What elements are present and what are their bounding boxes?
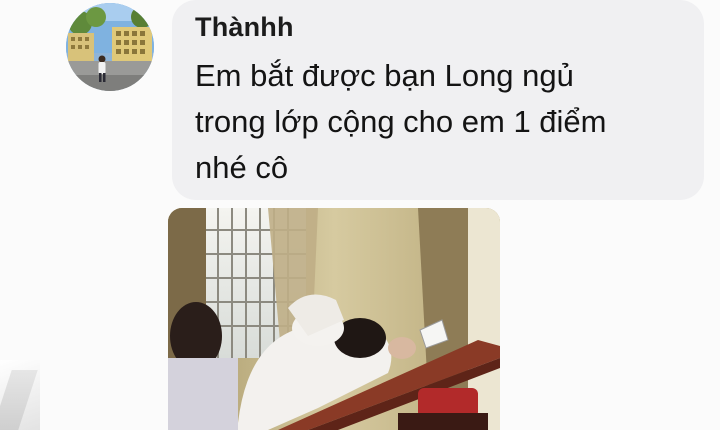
message-text-line-1: Em bắt được bạn Long ngủ — [195, 58, 574, 93]
photo-edge-shading — [0, 360, 40, 430]
edge-streak — [0, 370, 38, 430]
attached-photo[interactable] — [168, 208, 500, 430]
message-text-line-2: trong lớp cộng cho em 1 điểm — [195, 104, 607, 139]
classroom-photo-icon — [168, 208, 500, 430]
sender-name[interactable]: Thànhh — [195, 12, 294, 43]
message-text-line-3: nhé cô — [195, 150, 289, 185]
sender-avatar[interactable] — [66, 3, 154, 91]
chat-screen: Thànhh Em bắt được bạn Long ngủ trong lớ… — [0, 0, 720, 430]
avatar-school-icon — [66, 3, 154, 91]
